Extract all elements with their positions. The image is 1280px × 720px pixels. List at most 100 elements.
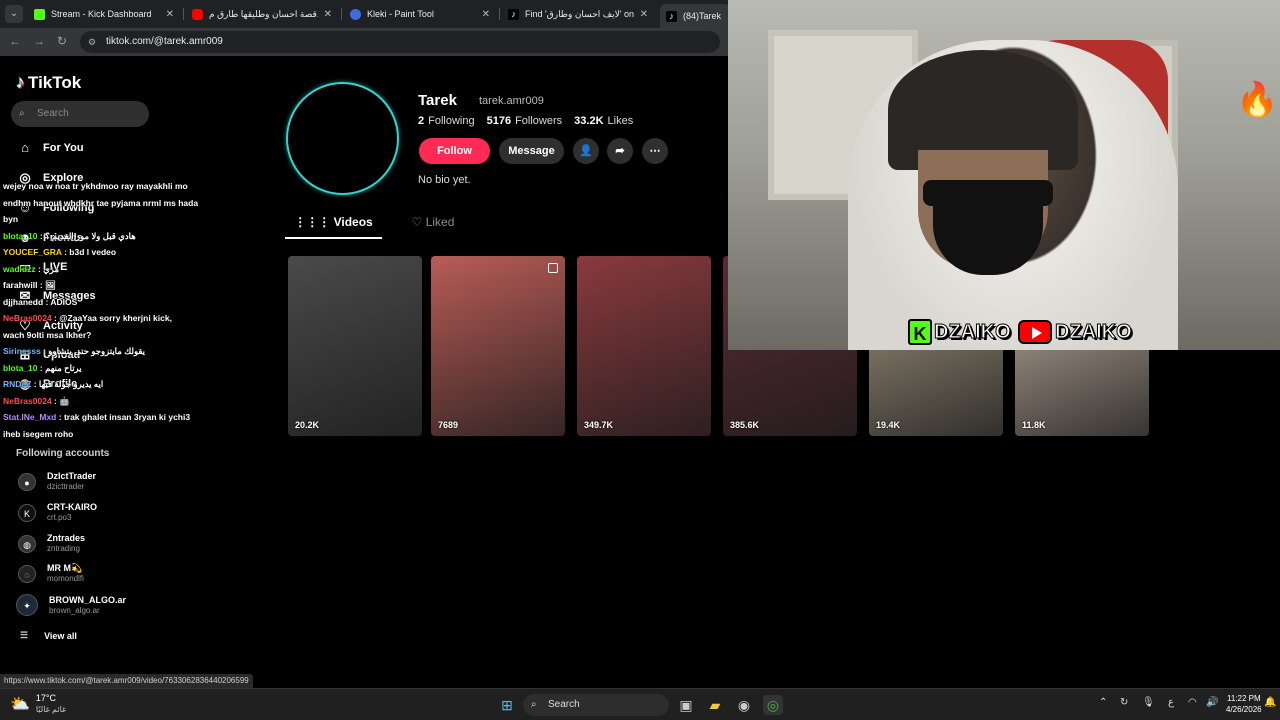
account-name: MR M💫: [47, 563, 83, 573]
account-item[interactable]: ● DzIctTrader dzicttrader: [18, 471, 96, 492]
tab-search-icon[interactable]: ⌄: [5, 5, 23, 23]
weather-widget[interactable]: ⛅ 17°C غائم غالبًا: [10, 693, 66, 715]
view-count: 11.8K: [1022, 420, 1046, 430]
file-explorer-icon[interactable]: ▰: [705, 695, 725, 715]
avatar: K: [18, 503, 36, 522]
close-icon[interactable]: ✕: [324, 9, 332, 20]
chat-username: NeBras0024: [3, 395, 52, 406]
chat-message: NeBras0024 : 🤖: [3, 393, 218, 410]
chat-message: Stat.INe_Mxd : trak ghalet insan 3ryan k…: [3, 409, 218, 426]
tab-videos-label: Videos: [333, 215, 373, 229]
url-field[interactable]: ⚙ tiktok.com/@tarek.amr009: [80, 31, 720, 53]
tab-kleki[interactable]: Kleki - Paint Tool ✕: [344, 4, 496, 24]
share-icon[interactable]: ➦: [607, 138, 633, 164]
address-bar-row: ← → ↻ ⚙ tiktok.com/@tarek.amr009: [0, 28, 728, 56]
view-all-label: View all: [44, 630, 77, 641]
followers-stat[interactable]: 5176 Followers: [487, 115, 563, 127]
account-handle: brown_algo.ar: [49, 605, 100, 615]
chat-text: هادي قبل ولا مور القديم ؟: [45, 230, 136, 241]
chat-text: يرتاح منهم: [45, 362, 82, 373]
site-info-icon[interactable]: ⚙: [88, 31, 96, 53]
profile-avatar[interactable]: [286, 82, 399, 195]
view-all-link[interactable]: ☰ View all: [20, 630, 77, 641]
heart-icon: ♡: [411, 215, 426, 229]
taskbar-search[interactable]: ⌕ Search: [523, 694, 669, 716]
nav-label: For You: [43, 141, 84, 154]
clock-time: 11:22 PM: [1226, 694, 1261, 703]
message-button[interactable]: Message: [499, 138, 564, 164]
likes-count: 33.2K: [574, 115, 604, 127]
tab-liked-label: Liked: [425, 215, 455, 229]
sync-icon[interactable]: ↻: [1120, 697, 1128, 708]
temperature: 17°C: [35, 693, 57, 703]
chat-message: farahwill : 🖼: [3, 277, 218, 294]
add-friend-icon[interactable]: 👤: [573, 138, 599, 164]
account-item[interactable]: ◌ MR M💫 momondlfi: [18, 563, 84, 584]
start-icon[interactable]: ⊞: [497, 695, 517, 715]
chat-message: RNDeZ : ايه يديرو جولة فيها: [3, 376, 218, 393]
tiktok-logo[interactable]: ♪ TikTok: [16, 72, 81, 93]
chat-separator: :: [37, 362, 46, 373]
search-input[interactable]: ⌕ Search: [11, 101, 149, 127]
url-text: tiktok.com/@tarek.amr009: [106, 36, 223, 47]
nav-for-you[interactable]: ⌂ For You: [16, 140, 84, 155]
account-name: CRT-KAIRO: [47, 502, 97, 512]
chat-message: djjhanedd : ADIOS: [3, 294, 218, 311]
close-icon[interactable]: ✕: [640, 9, 648, 20]
follow-button[interactable]: Follow: [419, 138, 490, 164]
forward-icon[interactable]: →: [33, 34, 45, 48]
search-placeholder: Search: [37, 108, 69, 119]
following-stat[interactable]: 2 Following: [418, 115, 475, 127]
youtube-channel-tag: DZAIKO: [1018, 317, 1132, 347]
chat-username: NeBras0024: [3, 313, 52, 323]
youtube-favicon-icon: [192, 8, 203, 20]
close-icon[interactable]: ✕: [166, 9, 174, 20]
chat-text: byn: [3, 214, 19, 224]
tab-kick-dashboard[interactable]: Stream - Kick Dashboard ✕: [28, 4, 180, 24]
video-thumbnail[interactable]: 20.2K: [288, 256, 422, 436]
language-indicator[interactable]: ع: [1168, 697, 1174, 708]
account-item[interactable]: ✦ BROWN_ALGO.ar brown_algo.ar: [16, 594, 126, 616]
tiktok-logo-icon: ♪: [16, 72, 25, 92]
microphone-icon[interactable]: 🎙: [1142, 697, 1155, 708]
tab-title: Stream - Kick Dashboard: [51, 9, 152, 19]
reload-icon[interactable]: ↻: [57, 34, 67, 48]
avatar: ◍: [18, 534, 36, 553]
more-icon[interactable]: ⋯: [642, 138, 668, 164]
chat-text: @ZaaYaa sorry kherjni kick,: [59, 313, 172, 323]
system-clock[interactable]: 11:22 PM 4/26/2026: [1226, 693, 1262, 715]
video-thumbnail[interactable]: 7689: [431, 256, 565, 436]
stream-chat-overlay: wejey noa w noa tr ykhdmoo ray mayakhli …: [3, 178, 218, 442]
chrome-icon[interactable]: ◎: [763, 695, 783, 715]
tab-title: Kleki - Paint Tool: [367, 9, 434, 19]
search-icon: ⌕: [19, 108, 25, 119]
tab-videos[interactable]: ⋮⋮⋮ Videos: [285, 215, 382, 239]
tab-tiktok-profile[interactable]: ♪ (84)Tarek (@: [660, 4, 730, 28]
tab-tiktok-find[interactable]: ♪ Find 'لايف احسان وطارق' on TikT ✕: [502, 4, 654, 24]
likes-label: Likes: [607, 115, 634, 127]
followers-label: Followers: [515, 115, 563, 127]
chat-text: endhm hanout whdkhr tae pyjama nrml ms h…: [3, 197, 199, 208]
volume-icon[interactable]: 🔊: [1206, 697, 1218, 708]
chat-username: Sirinesss: [3, 346, 41, 356]
tiktok-favicon-icon: ♪: [666, 10, 677, 22]
account-item[interactable]: ◍ Zntrades zntrading: [18, 533, 85, 554]
account-name: DzIctTrader: [47, 471, 97, 481]
task-view-icon[interactable]: ▣: [676, 695, 696, 715]
obs-icon[interactable]: ◉: [734, 695, 754, 715]
profile-stats: 2 Following 5176 Followers 33.2K Likes: [418, 115, 633, 127]
profile-handle: tarek.amr009: [479, 95, 544, 107]
video-thumbnail[interactable]: 349.7K: [577, 256, 711, 436]
chevron-up-icon[interactable]: ⌃: [1099, 697, 1107, 708]
back-icon[interactable]: ←: [9, 34, 21, 48]
chat-text: wach 9olti msa lkher?: [3, 329, 92, 340]
kick-favicon-icon: [34, 8, 45, 20]
account-item[interactable]: K CRT-KAIRO crt.po3: [18, 502, 97, 523]
notification-icon[interactable]: 🔔: [1264, 697, 1276, 708]
close-icon[interactable]: ✕: [482, 9, 490, 20]
avatar: ✦: [16, 594, 38, 616]
wifi-icon[interactable]: ◠: [1188, 697, 1197, 708]
tab-youtube-video[interactable]: قصة احسان وطليقها طارق م... 🚆 ✕: [186, 4, 338, 24]
view-count: 385.6K: [730, 420, 760, 430]
tab-liked[interactable]: ♡ Liked: [398, 215, 468, 229]
